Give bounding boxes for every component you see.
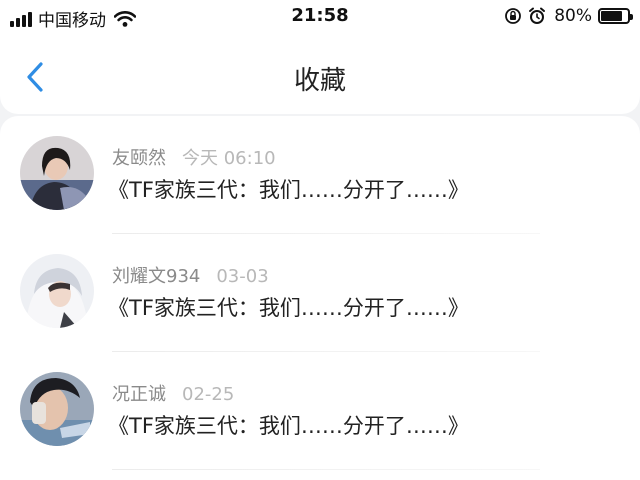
avatar[interactable] (20, 136, 94, 210)
status-bar: 中国移动 21:58 80% (0, 0, 640, 34)
avatar[interactable] (20, 254, 94, 328)
favorite-title[interactable]: 《TF家族三代：我们……分开了……》 (108, 292, 469, 322)
item-meta: 刘耀文934 03-03 (112, 262, 269, 288)
timestamp: 03-03 (216, 266, 269, 287)
battery-percent: 80% (554, 6, 592, 26)
favorite-item[interactable]: 刘耀文934 03-03 《TF家族三代：我们……分开了……》 (0, 234, 640, 352)
battery-icon (598, 8, 633, 24)
avatar[interactable] (20, 372, 94, 446)
avatar-image (20, 136, 94, 210)
username[interactable]: 况正诚 (112, 384, 166, 405)
favorite-item[interactable]: 友颐然 今天 06:10 《TF家族三代：我们……分开了……》 (0, 116, 640, 234)
favorite-title[interactable]: 《TF家族三代：我们……分开了……》 (108, 174, 469, 204)
avatar-image (20, 372, 94, 446)
page-title: 收藏 (293, 66, 346, 96)
nav-header: 收藏 (0, 34, 640, 114)
divider (112, 469, 540, 470)
favorites-list: 友颐然 今天 06:10 《TF家族三代：我们……分开了……》 刘耀文934 03-… (0, 116, 640, 480)
status-right: 80% (504, 6, 633, 26)
timestamp: 02-25 (182, 384, 235, 405)
timestamp: 今天 06:10 (182, 148, 276, 169)
username[interactable]: 友颐然 (112, 148, 166, 169)
favorite-title[interactable]: 《TF家族三代：我们……分开了……》 (108, 410, 469, 440)
item-meta: 况正诚 02-25 (112, 380, 234, 406)
orientation-lock-icon (505, 8, 522, 24)
item-meta: 友颐然 今天 06:10 (112, 144, 276, 170)
favorites-screen: 中国移动 21:58 80% 收藏 友颐然 今天 06:10 《TF家族三代：我… (0, 0, 640, 480)
battery-level-fill (601, 11, 622, 21)
avatar-image (20, 254, 94, 328)
favorite-item[interactable]: 况正诚 02-25 《TF家族三代：我们……分开了……》 (0, 352, 640, 470)
username[interactable]: 刘耀文934 (112, 266, 200, 287)
alarm-icon (529, 7, 546, 24)
